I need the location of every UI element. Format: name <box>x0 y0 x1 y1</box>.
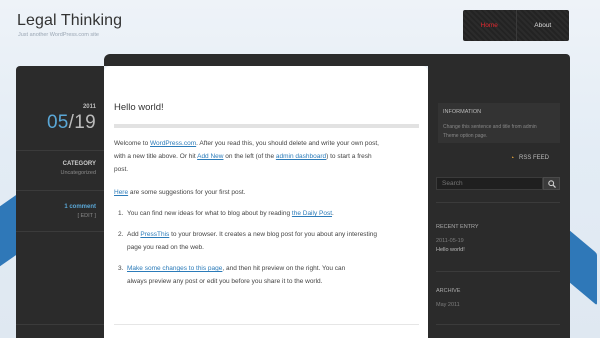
list-item: 3. Make some changes to this page, and th… <box>118 262 413 288</box>
wordpress-link[interactable]: WordPress.com <box>150 140 196 147</box>
text: ) to start a fresh <box>326 153 372 160</box>
rss-feed-link[interactable]: RSS FEED <box>519 155 549 161</box>
recent-entry-heading: RECENT ENTRY <box>436 224 479 230</box>
post-meta-column: 2011 05/19 CATEGORY Uncategorized 1 comm… <box>16 66 104 338</box>
category-label: CATEGORY <box>62 161 96 167</box>
post-day: /19 <box>68 112 96 133</box>
sidebar: INFORMATION Change this sentence and tit… <box>428 66 570 338</box>
information-title: INFORMATION <box>443 109 482 115</box>
text: page you read on the web. <box>127 244 204 251</box>
text: with a new title above. Or hit <box>114 153 198 160</box>
information-text: Change this sentence and title from admi… <box>443 124 537 139</box>
archive-link[interactable]: May 2011 <box>436 302 460 308</box>
text: , and then hit preview on the right. You… <box>222 265 346 272</box>
divider <box>436 202 560 203</box>
divider <box>16 190 104 191</box>
text: always preview any post or edit you befo… <box>127 278 323 285</box>
post-bottom-rule <box>114 324 419 325</box>
search-button[interactable] <box>543 177 560 190</box>
divider <box>16 231 104 232</box>
list-number: 1. <box>118 210 124 217</box>
rss-icon[interactable]: ◔ <box>510 155 517 162</box>
text: . <box>332 210 334 217</box>
pressthis-link[interactable]: PressThis <box>140 231 169 238</box>
divider <box>436 324 560 325</box>
divider <box>436 271 560 272</box>
main-nav: Home About <box>463 10 569 41</box>
information-box: INFORMATION Change this sentence and tit… <box>438 103 560 143</box>
list-item: 2. Add PressThis to your browser. It crea… <box>118 228 413 254</box>
add-new-link[interactable]: Add New <box>197 153 223 160</box>
divider <box>16 324 104 325</box>
site-title[interactable]: Legal Thinking <box>17 12 122 30</box>
list-number: 3. <box>118 265 124 272</box>
content-top-band <box>104 54 570 66</box>
category-value[interactable]: Uncategorized <box>61 170 96 176</box>
comments-link[interactable]: 1 comment <box>64 204 96 210</box>
archive-heading: ARCHIVE <box>436 288 461 294</box>
daily-post-link[interactable]: the Daily Post <box>292 210 332 217</box>
site-tagline: Just another WordPress.com site <box>18 32 99 38</box>
post-paragraph: Here are some suggestions for your first… <box>114 186 419 199</box>
post-content: Hello world! Welcome to WordPress.com. A… <box>104 66 428 338</box>
make-changes-link[interactable]: Make some changes to this page <box>127 265 222 272</box>
post-month: 05 <box>46 112 69 133</box>
text: Add <box>127 231 141 238</box>
text: post. <box>114 166 129 173</box>
text: to your browser. It creates a new blog p… <box>169 231 378 238</box>
text: Welcome to <box>114 140 151 147</box>
text: on the left (of the <box>223 153 276 160</box>
post-title-rule <box>114 124 419 128</box>
post-year: 2011 <box>82 104 96 110</box>
post-title[interactable]: Hello world! <box>114 102 164 113</box>
text: You can find new ideas for what to blog … <box>127 210 292 217</box>
search-icon <box>547 179 556 188</box>
admin-dashboard-link[interactable]: admin dashboard <box>276 153 326 160</box>
post-paragraph: Welcome to WordPress.com. After you read… <box>114 137 419 176</box>
divider <box>16 150 104 151</box>
recent-entry-date: 2011-05-19 <box>436 238 464 244</box>
post-date: 05/19 <box>47 112 96 134</box>
nav-item-about[interactable]: About <box>517 10 570 41</box>
list-number: 2. <box>118 231 124 238</box>
text: are some suggestions for your first post… <box>128 189 246 196</box>
nav-item-home[interactable]: Home <box>463 10 517 41</box>
search-input[interactable] <box>436 177 543 190</box>
text: . After you read this, you should delete… <box>196 140 379 147</box>
edit-link[interactable]: [ EDIT ] <box>77 213 96 219</box>
list-item: 1. You can find new ideas for what to blo… <box>118 207 413 220</box>
recent-entry-link[interactable]: Hello world! <box>436 247 465 253</box>
here-link[interactable]: Here <box>114 189 128 196</box>
